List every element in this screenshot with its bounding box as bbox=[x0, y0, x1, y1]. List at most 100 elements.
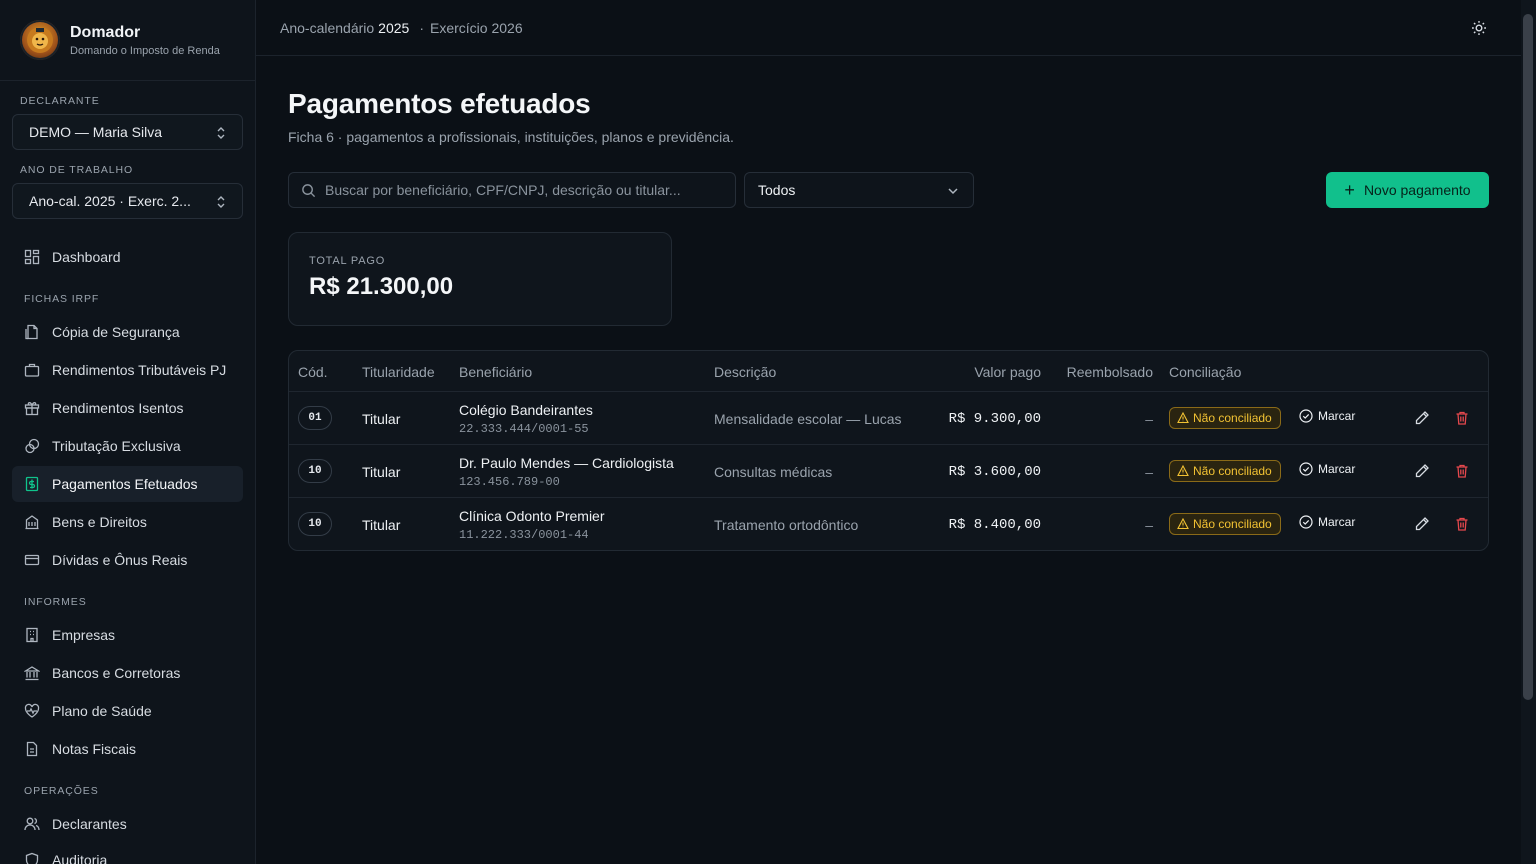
trash-icon[interactable] bbox=[1454, 410, 1470, 426]
search-box[interactable] bbox=[288, 172, 736, 208]
table-row[interactable]: 01 Titular Colégio Bandeirantes 22.333.4… bbox=[289, 392, 1488, 445]
beneficiario-doc: 22.333.444/0001-55 bbox=[459, 422, 589, 436]
invoice-icon bbox=[24, 741, 40, 757]
nav-rendimentos-pj[interactable]: Rendimentos Tributáveis PJ bbox=[12, 352, 243, 388]
beneficiario-cell: Colégio Bandeirantes 22.333.444/0001-55 bbox=[459, 402, 593, 436]
status-badge: Não conciliado bbox=[1169, 513, 1281, 535]
nav-dividas-onus[interactable]: Dívidas e Ônus Reais bbox=[12, 542, 243, 578]
nav-copia-seguranca[interactable]: Cópia de Segurança bbox=[12, 314, 243, 350]
users-icon bbox=[24, 816, 40, 832]
trash-icon[interactable] bbox=[1454, 516, 1470, 532]
ano-value: Ano-cal. 2025 · Exerc. 2... bbox=[29, 193, 191, 209]
coins-icon bbox=[24, 438, 40, 454]
nav-label: Pagamentos Efetuados bbox=[52, 476, 198, 492]
edit-icon[interactable] bbox=[1414, 516, 1430, 532]
mark-label: Marcar bbox=[1318, 462, 1356, 476]
declarante-value: DEMO — Maria Silva bbox=[29, 124, 163, 140]
reembolsado-cell: – bbox=[1145, 464, 1153, 480]
beneficiario-name: Dr. Paulo Mendes — Cardiologista bbox=[459, 455, 674, 471]
nav-bens-direitos[interactable]: Bens e Direitos bbox=[12, 504, 243, 540]
nav-bancos-corretoras[interactable]: Bancos e Corretoras bbox=[12, 655, 243, 691]
check-circle-icon bbox=[1299, 409, 1313, 423]
header-cod[interactable]: Cód. bbox=[298, 364, 328, 380]
dashboard-icon bbox=[24, 249, 40, 265]
ano-select[interactable]: Ano-cal. 2025 · Exerc. 2... bbox=[12, 183, 243, 219]
header-titularidade[interactable]: Titularidade bbox=[362, 364, 435, 380]
trash-icon[interactable] bbox=[1454, 463, 1470, 479]
nav-plano-saude[interactable]: Plano de Saúde bbox=[12, 693, 243, 729]
declarante-select[interactable]: DEMO — Maria Silva bbox=[12, 114, 243, 150]
nav-label: Declarantes bbox=[52, 816, 127, 832]
header-conciliacao[interactable]: Conciliação bbox=[1169, 364, 1241, 380]
nav-notas-fiscais[interactable]: Notas Fiscais bbox=[12, 731, 243, 767]
mark-button[interactable]: Marcar bbox=[1299, 409, 1355, 423]
edit-icon[interactable] bbox=[1414, 463, 1430, 479]
sun-icon bbox=[1472, 21, 1486, 35]
mark-button[interactable]: Marcar bbox=[1299, 515, 1355, 529]
nav-rendimentos-isentos[interactable]: Rendimentos Isentos bbox=[12, 390, 243, 426]
check-circle-icon bbox=[1299, 515, 1313, 529]
nav-label: Cópia de Segurança bbox=[52, 324, 180, 340]
nav-label: Auditoria bbox=[52, 852, 108, 864]
ano-calendario-prefix: Ano-calendário bbox=[280, 19, 375, 36]
credit-card-icon bbox=[24, 552, 40, 568]
topbar-separator: · bbox=[419, 19, 424, 36]
titularidade-cell: Titular bbox=[362, 464, 401, 480]
descricao-cell: Mensalidade escolar — Lucas bbox=[714, 411, 902, 427]
theme-toggle-button[interactable] bbox=[1469, 18, 1489, 38]
brand-tagline: Domando o Imposto de Renda bbox=[70, 44, 220, 57]
page-title: Pagamentos efetuados bbox=[288, 88, 591, 119]
nav-label: Notas Fiscais bbox=[52, 741, 137, 757]
table-row[interactable]: 10 Titular Dr. Paulo Mendes — Cardiologi… bbox=[289, 445, 1488, 498]
brand[interactable]: Domador Domando o Imposto de Renda bbox=[0, 0, 255, 81]
nav-dashboard-label: Dashboard bbox=[52, 249, 121, 265]
filter-select[interactable]: Todos bbox=[744, 172, 974, 208]
payments-table: Cód. Titularidade Beneficiário Descrição… bbox=[288, 350, 1489, 551]
header-valor[interactable]: Valor pago bbox=[974, 364, 1041, 380]
header-descricao[interactable]: Descrição bbox=[714, 364, 776, 380]
titularidade-cell: Titular bbox=[362, 517, 401, 533]
plus-icon: + bbox=[1344, 180, 1355, 200]
status-badge: Não conciliado bbox=[1169, 460, 1281, 482]
new-payment-button[interactable]: + Novo pagamento bbox=[1326, 172, 1489, 208]
mark-button[interactable]: Marcar bbox=[1299, 462, 1355, 476]
brand-name: Domador bbox=[70, 23, 141, 41]
beneficiario-doc: 11.222.333/0001-44 bbox=[459, 528, 589, 542]
warning-icon bbox=[1177, 518, 1189, 530]
nav-empresas[interactable]: Empresas bbox=[12, 617, 243, 653]
nav-label: Rendimentos Isentos bbox=[52, 400, 184, 416]
search-input[interactable] bbox=[325, 182, 735, 198]
bank-icon bbox=[24, 665, 40, 681]
chevron-up-down-icon bbox=[217, 196, 225, 208]
nav-declarantes[interactable]: Declarantes bbox=[12, 806, 243, 842]
topbar: Ano-calendário 2025 · Exercício 2026 bbox=[256, 0, 1521, 56]
receipt-icon bbox=[24, 476, 40, 492]
header-beneficiario[interactable]: Beneficiário bbox=[459, 364, 532, 380]
nav-dashboard[interactable]: Dashboard bbox=[12, 239, 243, 275]
descricao-cell: Consultas médicas bbox=[714, 464, 833, 480]
mark-label: Marcar bbox=[1318, 409, 1356, 423]
gift-icon bbox=[24, 400, 40, 416]
scrollbar-thumb[interactable] bbox=[1523, 14, 1533, 700]
valor-cell: R$ 9.300,00 bbox=[948, 411, 1041, 427]
shield-icon bbox=[24, 852, 40, 864]
nav-label: Tributação Exclusiva bbox=[52, 438, 181, 454]
header-reembolsado[interactable]: Reembolsado bbox=[1067, 364, 1153, 380]
nav-label: Rendimentos Tributáveis PJ bbox=[52, 362, 227, 378]
nav-auditoria[interactable]: Auditoria bbox=[12, 842, 243, 864]
table-header: Cód. Titularidade Beneficiário Descrição… bbox=[289, 351, 1488, 392]
declarante-label: DECLARANTE bbox=[20, 95, 100, 107]
beneficiario-doc: 123.456.789-00 bbox=[459, 475, 560, 489]
nav-pagamentos-efetuados[interactable]: Pagamentos Efetuados bbox=[12, 466, 243, 502]
total-label: TOTAL PAGO bbox=[309, 255, 386, 267]
new-payment-label: Novo pagamento bbox=[1363, 182, 1471, 198]
code-badge: 10 bbox=[298, 512, 332, 536]
filter-value: Todos bbox=[758, 182, 796, 198]
table-row[interactable]: 10 Titular Clínica Odonto Premier 11.222… bbox=[289, 498, 1488, 550]
edit-icon[interactable] bbox=[1414, 410, 1430, 426]
briefcase-icon bbox=[24, 362, 40, 378]
check-circle-icon bbox=[1299, 462, 1313, 476]
nav-tributacao-exclusiva[interactable]: Tributação Exclusiva bbox=[12, 428, 243, 464]
beneficiario-name: Clínica Odonto Premier bbox=[459, 508, 605, 524]
ano-label: ANO DE TRABALHO bbox=[20, 164, 134, 176]
